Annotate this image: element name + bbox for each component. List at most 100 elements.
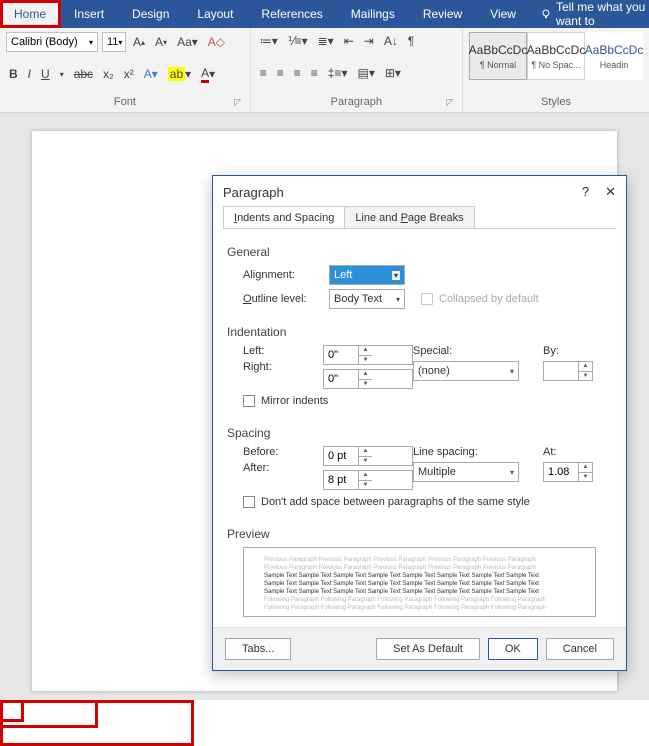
shrink-font-button[interactable]: A▾ — [152, 33, 170, 51]
font-name-value: Calibri (Body) — [11, 36, 78, 48]
help-button[interactable]: ? — [582, 184, 589, 200]
tell-me[interactable]: Tell me what you want to — [530, 0, 649, 28]
align-center-button[interactable]: ≡ — [274, 64, 287, 82]
style-heading[interactable]: AaBbCcDc Headin — [585, 32, 643, 80]
clear-formatting-button[interactable]: A◇ — [205, 33, 228, 51]
paragraph-group-label: Paragraph ◸ — [257, 96, 456, 110]
numbering-button[interactable]: ⅟≡▾ — [285, 32, 311, 50]
style-name: Headin — [600, 60, 629, 70]
style-normal[interactable]: AaBbCcDc ¶ Normal — [469, 32, 527, 80]
line-spacing-value: Multiple — [418, 466, 456, 478]
left-value[interactable] — [324, 346, 358, 364]
justify-button[interactable]: ≡ — [308, 64, 321, 82]
section-preview: Preview — [227, 527, 612, 541]
after-value[interactable] — [324, 471, 358, 489]
style-preview: AaBbCcDc — [527, 43, 586, 57]
tab-home[interactable]: Home — [0, 0, 60, 28]
outline-select[interactable]: Body Text▾ — [329, 289, 405, 309]
subscript-button[interactable]: x₂ — [100, 65, 117, 83]
style-no-spacing[interactable]: AaBbCcDc ¶ No Spac... — [527, 32, 585, 80]
superscript-button[interactable]: x² — [121, 65, 137, 83]
font-size-value: 11 — [107, 36, 118, 48]
after-spinner[interactable]: ▲▼ — [323, 470, 413, 490]
group-paragraph: ≔▾ ⅟≡▾ ≣▾ ⇤ ⇥ A↓ ¶ ≡ ≡ ≡ ≡ ‡≡▾ ▤▾ ⊞▾ Par… — [251, 28, 463, 112]
dont-add-space-label: Don't add space between paragraphs of th… — [261, 496, 530, 508]
tab-mailings[interactable]: Mailings — [337, 0, 409, 28]
line-spacing-button[interactable]: ‡≡▾ — [325, 64, 351, 82]
decrease-indent-button[interactable]: ⇤ — [341, 32, 357, 50]
close-button[interactable]: ✕ — [605, 184, 616, 200]
bold-button[interactable]: B — [6, 65, 21, 83]
after-label: After: — [243, 462, 323, 474]
right-spinner[interactable]: ▲▼ — [323, 369, 413, 389]
style-preview: AaBbCcDc — [585, 43, 644, 57]
tab-insert[interactable]: Insert — [60, 0, 118, 28]
alignment-select[interactable]: Left▾ — [329, 265, 405, 285]
multilevel-button[interactable]: ≣▾ — [315, 32, 337, 50]
font-size-combo[interactable]: 11▾ — [102, 32, 126, 52]
font-color-button[interactable]: A▾ — [198, 64, 218, 85]
by-value[interactable] — [544, 362, 578, 380]
set-as-default-button[interactable]: Set As Default — [376, 638, 480, 660]
right-label: Right: — [243, 361, 323, 373]
outline-label: Outline level: — [243, 293, 323, 305]
tell-me-label: Tell me what you want to — [556, 0, 649, 28]
tab-layout[interactable]: Layout — [183, 0, 247, 28]
special-label: Special: — [413, 345, 543, 357]
by-label: By: — [543, 345, 593, 357]
font-group-label: Font ◸ — [6, 96, 244, 110]
underline-button[interactable]: U — [38, 65, 53, 83]
italic-button[interactable]: I — [25, 65, 34, 83]
cancel-button[interactable]: Cancel — [546, 638, 614, 660]
highlight-para-launcher — [0, 700, 24, 722]
ok-button[interactable]: OK — [488, 638, 538, 660]
collapsed-label: Collapsed by default — [439, 293, 539, 305]
font-name-combo[interactable]: Calibri (Body)▾ — [6, 32, 98, 52]
borders-button[interactable]: ⊞▾ — [382, 64, 404, 82]
tab-view[interactable]: View — [476, 0, 530, 28]
style-preview: AaBbCcDc — [469, 43, 528, 57]
text-effects-button[interactable]: A▾ — [141, 65, 161, 83]
paragraph-dialog-launcher[interactable]: ◸ — [444, 97, 456, 109]
styles-group-label: Styles — [469, 96, 643, 110]
tab-references[interactable]: References — [247, 0, 336, 28]
align-right-button[interactable]: ≡ — [291, 64, 304, 82]
tab-design[interactable]: Design — [118, 0, 183, 28]
font-dialog-launcher[interactable]: ◸ — [232, 97, 244, 109]
tab-indents-spacing[interactable]: Indents and Spacing — [223, 206, 345, 228]
right-value[interactable] — [324, 370, 358, 388]
section-general: General — [227, 245, 612, 259]
at-spinner[interactable]: ▲▼ — [543, 462, 593, 482]
group-font: Calibri (Body)▾ 11▾ A▴ A▾ Aa▾ A◇ B I U ▾… — [0, 28, 251, 112]
shading-button[interactable]: ▤▾ — [355, 64, 378, 82]
highlight-button[interactable]: ab▾ — [165, 65, 194, 83]
mirror-label: Mirror indents — [261, 395, 328, 407]
outline-value: Body Text — [334, 293, 382, 305]
mirror-checkbox[interactable] — [243, 395, 255, 407]
by-spinner[interactable]: ▲▼ — [543, 361, 593, 381]
preview-box: Previous Paragraph Previous Paragraph Pr… — [243, 547, 596, 617]
section-spacing: Spacing — [227, 426, 612, 440]
increase-indent-button[interactable]: ⇥ — [361, 32, 377, 50]
special-value: (none) — [418, 365, 450, 377]
line-spacing-label: Line spacing: — [413, 446, 543, 458]
tab-line-page-breaks[interactable]: Line and Page Breaks — [344, 206, 474, 228]
at-value[interactable] — [544, 463, 578, 481]
tab-review[interactable]: Review — [409, 0, 476, 28]
tabs-button[interactable]: Tabs... — [225, 638, 291, 660]
align-left-button[interactable]: ≡ — [257, 64, 270, 82]
sort-button[interactable]: A↓ — [381, 32, 401, 50]
grow-font-button[interactable]: A▴ — [130, 33, 148, 51]
change-case-button[interactable]: Aa▾ — [174, 33, 201, 51]
dont-add-space-checkbox[interactable] — [243, 496, 255, 508]
line-spacing-select[interactable]: Multiple▾ — [413, 462, 519, 482]
left-spinner[interactable]: ▲▼ — [323, 345, 413, 365]
strikethrough-button[interactable]: abc — [71, 65, 96, 83]
before-value[interactable] — [324, 447, 358, 465]
highlight-set-default — [0, 700, 98, 728]
bullets-button[interactable]: ≔▾ — [257, 32, 281, 50]
style-name: ¶ No Spac... — [531, 60, 580, 70]
show-marks-button[interactable]: ¶ — [405, 32, 417, 50]
special-select[interactable]: (none)▾ — [413, 361, 519, 381]
before-spinner[interactable]: ▲▼ — [323, 446, 413, 466]
